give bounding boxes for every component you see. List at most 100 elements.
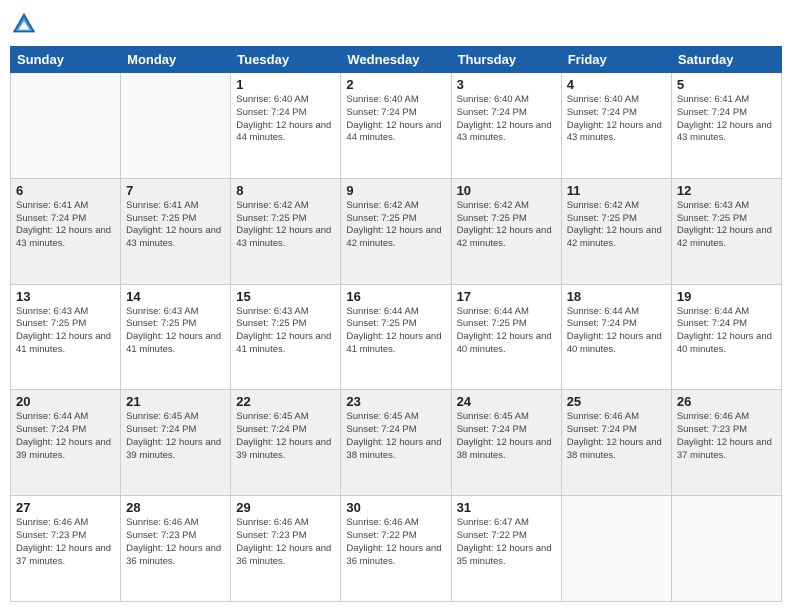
calendar-cell (11, 73, 121, 179)
day-info: Sunrise: 6:46 AMSunset: 7:23 PMDaylight:… (16, 517, 115, 568)
calendar-cell: 12 Sunrise: 6:43 AMSunset: 7:25 PMDayligh… (671, 178, 781, 284)
day-number: 24 (457, 394, 556, 409)
calendar-cell: 16 Sunrise: 6:44 AMSunset: 7:25 PMDayligh… (341, 284, 451, 390)
calendar: SundayMondayTuesdayWednesdayThursdayFrid… (10, 46, 782, 602)
calendar-cell: 30 Sunrise: 6:46 AMSunset: 7:22 PMDayligh… (341, 496, 451, 602)
calendar-cell: 8Sunrise: 6:42 AMSunset: 7:25 PMDaylight… (231, 178, 341, 284)
day-info: Sunrise: 6:45 AMSunset: 7:24 PMDaylight:… (457, 411, 556, 462)
calendar-cell: 24 Sunrise: 6:45 AMSunset: 7:24 PMDayligh… (451, 390, 561, 496)
calendar-cell: 21 Sunrise: 6:45 AMSunset: 7:24 PMDayligh… (121, 390, 231, 496)
day-info: Sunrise: 6:46 AMSunset: 7:23 PMDaylight:… (677, 411, 776, 462)
day-info: Sunrise: 6:43 AMSunset: 7:25 PMDaylight:… (677, 200, 776, 251)
day-number: 1 (236, 77, 335, 92)
calendar-week-row: 20 Sunrise: 6:44 AMSunset: 7:24 PMDayligh… (11, 390, 782, 496)
day-info: Sunrise: 6:44 AMSunset: 7:25 PMDaylight:… (457, 306, 556, 357)
day-info: Sunrise: 6:42 AMSunset: 7:25 PMDaylight:… (457, 200, 556, 251)
day-info: Sunrise: 6:41 AMSunset: 7:24 PMDaylight:… (16, 200, 115, 251)
weekday-header-row: SundayMondayTuesdayWednesdayThursdayFrid… (11, 47, 782, 73)
day-number: 17 (457, 289, 556, 304)
day-info: Sunrise: 6:40 AMSunset: 7:24 PMDaylight:… (236, 94, 335, 145)
calendar-cell (121, 73, 231, 179)
day-info: Sunrise: 6:44 AMSunset: 7:24 PMDaylight:… (567, 306, 666, 357)
calendar-cell: 29 Sunrise: 6:46 AMSunset: 7:23 PMDayligh… (231, 496, 341, 602)
calendar-cell: 23 Sunrise: 6:45 AMSunset: 7:24 PMDayligh… (341, 390, 451, 496)
calendar-cell: 11 Sunrise: 6:42 AMSunset: 7:25 PMDayligh… (561, 178, 671, 284)
day-info: Sunrise: 6:46 AMSunset: 7:22 PMDaylight:… (346, 517, 445, 568)
day-number: 27 (16, 500, 115, 515)
day-number: 29 (236, 500, 335, 515)
header (10, 10, 782, 38)
day-info: Sunrise: 6:41 AMSunset: 7:25 PMDaylight:… (126, 200, 225, 251)
day-number: 6 (16, 183, 115, 198)
calendar-cell: 19 Sunrise: 6:44 AMSunset: 7:24 PMDayligh… (671, 284, 781, 390)
day-info: Sunrise: 6:46 AMSunset: 7:24 PMDaylight:… (567, 411, 666, 462)
calendar-cell: 25 Sunrise: 6:46 AMSunset: 7:24 PMDayligh… (561, 390, 671, 496)
day-info: Sunrise: 6:40 AMSunset: 7:24 PMDaylight:… (346, 94, 445, 145)
calendar-cell: 7 Sunrise: 6:41 AMSunset: 7:25 PMDaylight… (121, 178, 231, 284)
day-number: 11 (567, 183, 666, 198)
day-info: Sunrise: 6:43 AMSunset: 7:25 PMDaylight:… (126, 306, 225, 357)
calendar-week-row: 6 Sunrise: 6:41 AMSunset: 7:24 PMDaylight… (11, 178, 782, 284)
day-number: 13 (16, 289, 115, 304)
day-number: 30 (346, 500, 445, 515)
day-number: 23 (346, 394, 445, 409)
day-number: 10 (457, 183, 556, 198)
page: SundayMondayTuesdayWednesdayThursdayFrid… (0, 0, 792, 612)
calendar-cell: 28 Sunrise: 6:46 AMSunset: 7:23 PMDayligh… (121, 496, 231, 602)
day-info: Sunrise: 6:46 AMSunset: 7:23 PMDaylight:… (236, 517, 335, 568)
day-info: Sunrise: 6:43 AMSunset: 7:25 PMDaylight:… (236, 306, 335, 357)
calendar-cell: 14 Sunrise: 6:43 AMSunset: 7:25 PMDayligh… (121, 284, 231, 390)
calendar-cell: 2 Sunrise: 6:40 AMSunset: 7:24 PMDaylight… (341, 73, 451, 179)
day-number: 2 (346, 77, 445, 92)
calendar-cell: 27 Sunrise: 6:46 AMSunset: 7:23 PMDayligh… (11, 496, 121, 602)
calendar-cell: 5 Sunrise: 6:41 AMSunset: 7:24 PMDaylight… (671, 73, 781, 179)
day-info: Sunrise: 6:41 AMSunset: 7:24 PMDaylight:… (677, 94, 776, 145)
calendar-cell: 31 Sunrise: 6:47 AMSunset: 7:22 PMDayligh… (451, 496, 561, 602)
day-info: Sunrise: 6:47 AMSunset: 7:22 PMDaylight:… (457, 517, 556, 568)
day-info: Sunrise: 6:42 AMSunset: 7:25 PMDaylight:… (346, 200, 445, 251)
calendar-cell: 6 Sunrise: 6:41 AMSunset: 7:24 PMDaylight… (11, 178, 121, 284)
weekday-header: Saturday (671, 47, 781, 73)
calendar-cell: 9 Sunrise: 6:42 AMSunset: 7:25 PMDaylight… (341, 178, 451, 284)
weekday-header: Friday (561, 47, 671, 73)
calendar-cell: 3Sunrise: 6:40 AMSunset: 7:24 PMDaylight… (451, 73, 561, 179)
day-info: Sunrise: 6:40 AMSunset: 7:24 PMDaylight:… (567, 94, 666, 145)
day-info: Sunrise: 6:46 AMSunset: 7:23 PMDaylight:… (126, 517, 225, 568)
day-number: 3 (457, 77, 556, 92)
calendar-cell: 1 Sunrise: 6:40 AMSunset: 7:24 PMDaylight… (231, 73, 341, 179)
day-number: 22 (236, 394, 335, 409)
calendar-cell: 22Sunrise: 6:45 AMSunset: 7:24 PMDayligh… (231, 390, 341, 496)
day-info: Sunrise: 6:42 AMSunset: 7:25 PMDaylight:… (567, 200, 666, 251)
day-number: 31 (457, 500, 556, 515)
weekday-header: Monday (121, 47, 231, 73)
day-number: 15 (236, 289, 335, 304)
day-number: 25 (567, 394, 666, 409)
day-number: 14 (126, 289, 225, 304)
calendar-cell: 13Sunrise: 6:43 AMSunset: 7:25 PMDayligh… (11, 284, 121, 390)
day-info: Sunrise: 6:45 AMSunset: 7:24 PMDaylight:… (126, 411, 225, 462)
weekday-header: Wednesday (341, 47, 451, 73)
day-number: 4 (567, 77, 666, 92)
day-number: 9 (346, 183, 445, 198)
day-info: Sunrise: 6:44 AMSunset: 7:25 PMDaylight:… (346, 306, 445, 357)
day-info: Sunrise: 6:44 AMSunset: 7:24 PMDaylight:… (16, 411, 115, 462)
day-number: 28 (126, 500, 225, 515)
day-number: 18 (567, 289, 666, 304)
day-number: 19 (677, 289, 776, 304)
day-info: Sunrise: 6:44 AMSunset: 7:24 PMDaylight:… (677, 306, 776, 357)
day-number: 12 (677, 183, 776, 198)
day-number: 7 (126, 183, 225, 198)
day-number: 16 (346, 289, 445, 304)
day-number: 21 (126, 394, 225, 409)
calendar-cell: 17 Sunrise: 6:44 AMSunset: 7:25 PMDayligh… (451, 284, 561, 390)
calendar-cell: 18 Sunrise: 6:44 AMSunset: 7:24 PMDayligh… (561, 284, 671, 390)
weekday-header: Thursday (451, 47, 561, 73)
calendar-cell: 15 Sunrise: 6:43 AMSunset: 7:25 PMDayligh… (231, 284, 341, 390)
day-number: 5 (677, 77, 776, 92)
calendar-week-row: 1 Sunrise: 6:40 AMSunset: 7:24 PMDaylight… (11, 73, 782, 179)
calendar-week-row: 13 Sunrise: 6:43 AMSunset: 7:25 PMDayligh… (11, 284, 782, 390)
day-number: 20 (16, 394, 115, 409)
calendar-week-row: 27 Sunrise: 6:46 AMSunset: 7:23 PMDayligh… (11, 496, 782, 602)
day-number: 26 (677, 394, 776, 409)
day-info: Sunrise: 6:45 AMSunset: 7:24 PMDaylight:… (346, 411, 445, 462)
